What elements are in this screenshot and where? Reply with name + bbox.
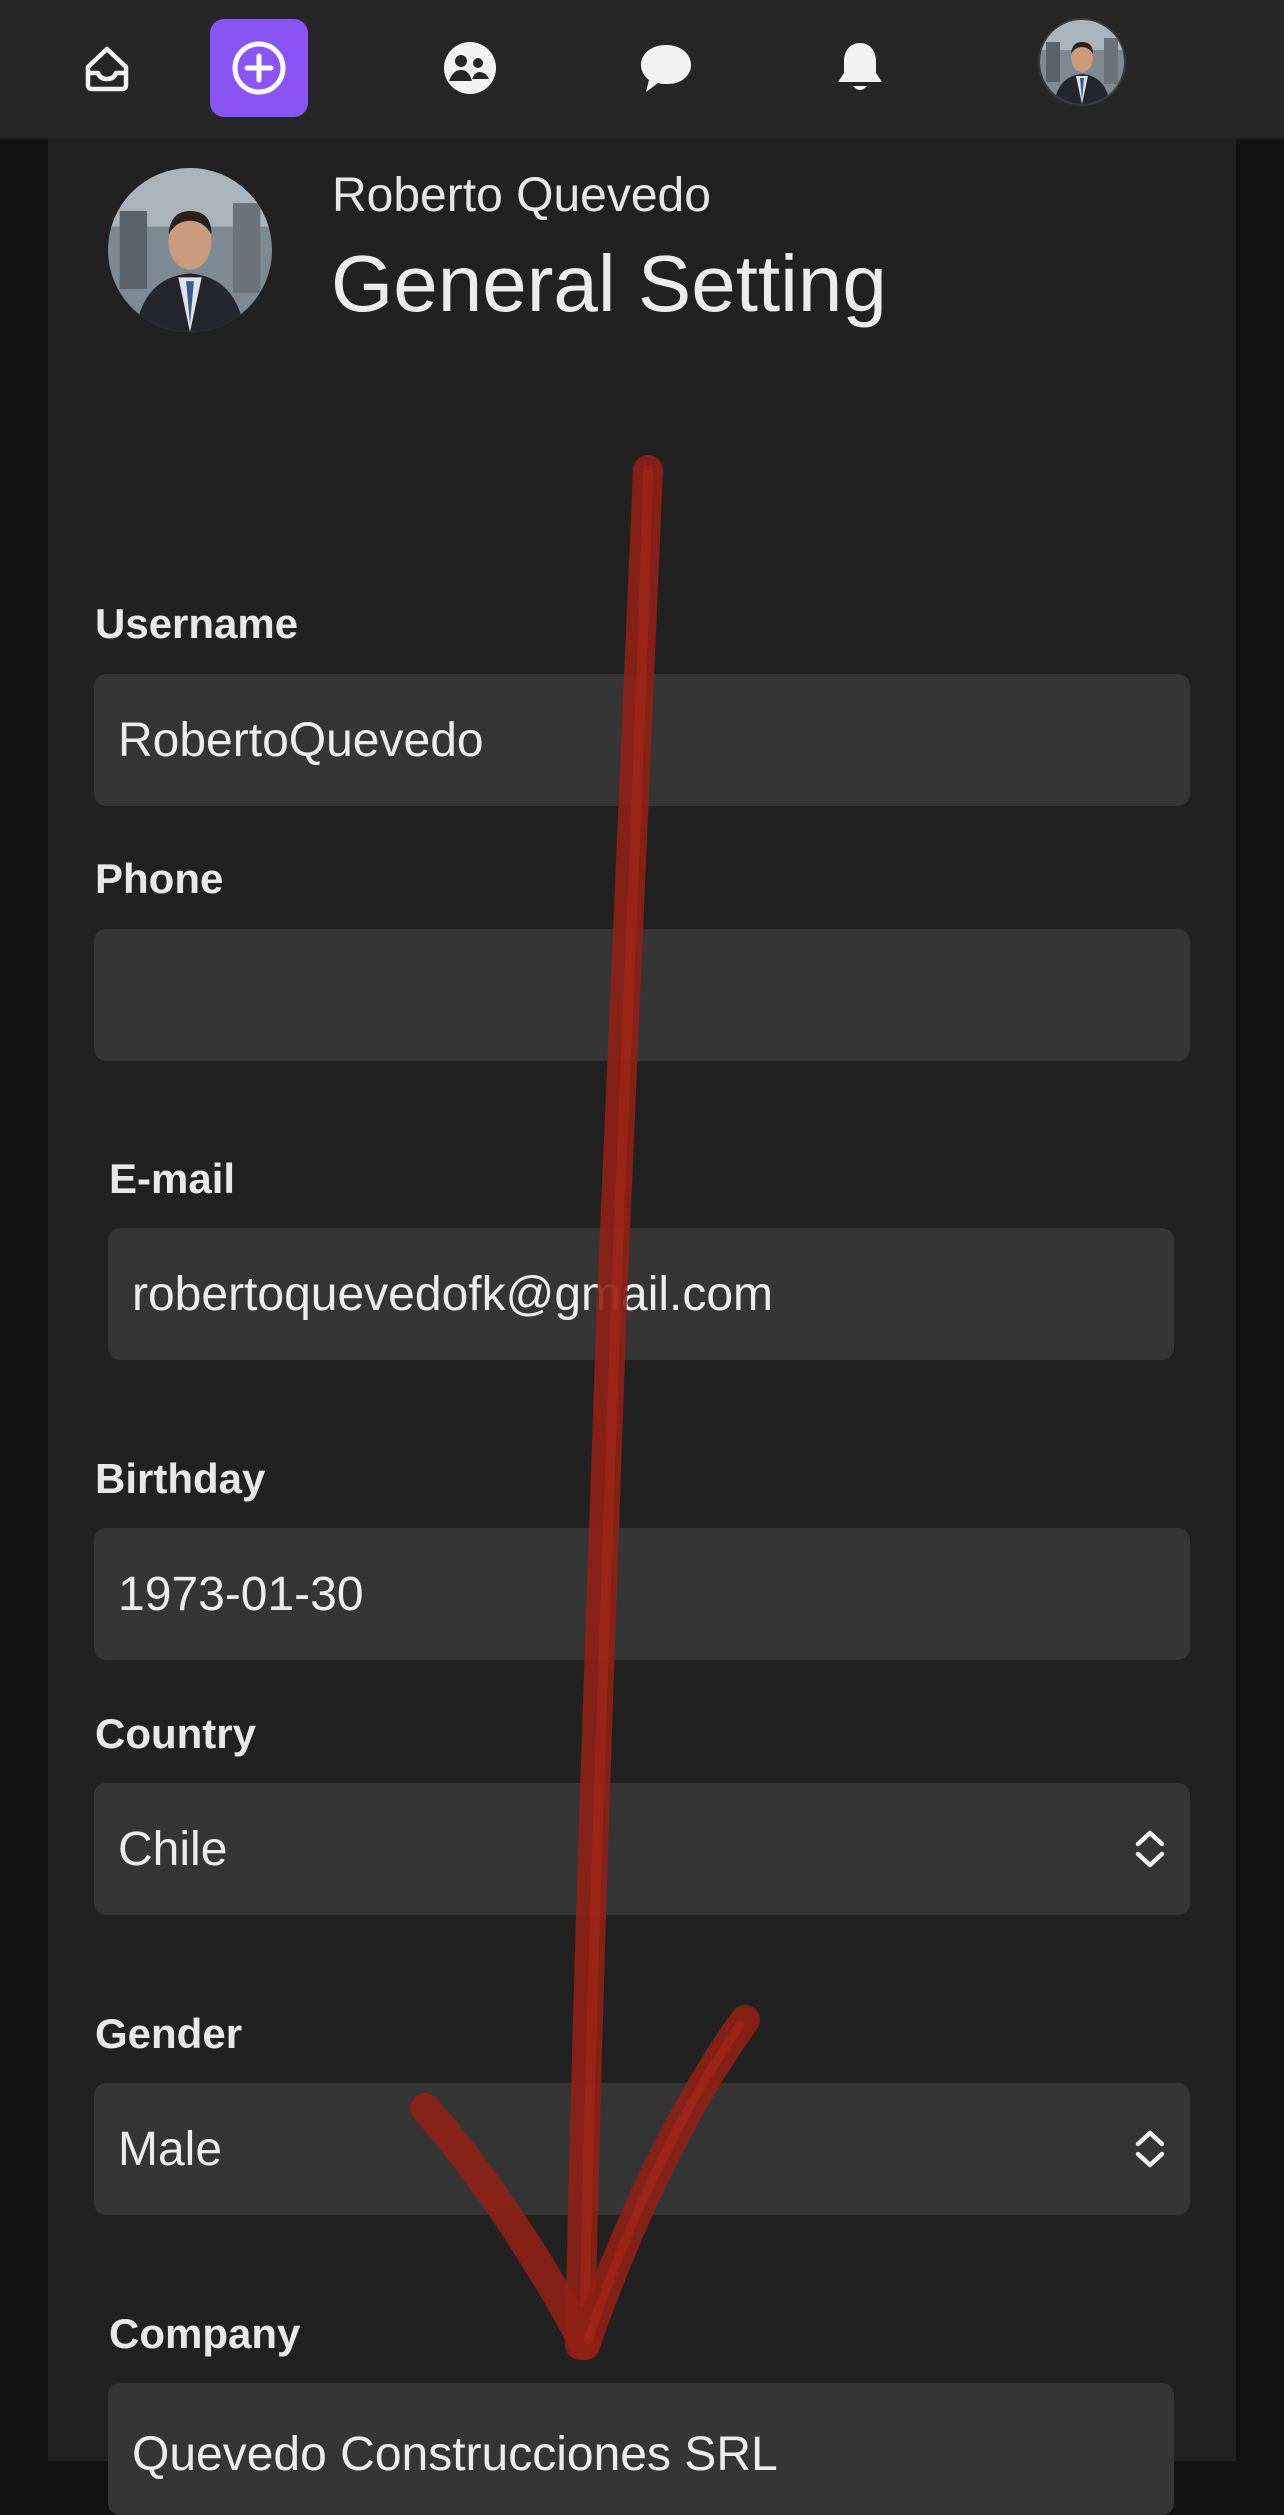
settings-panel: Roberto Quevedo General Setting Username…	[48, 138, 1236, 2515]
nav-community-button[interactable]	[421, 19, 519, 117]
nav-notifications-button[interactable]	[811, 19, 909, 117]
birthday-value: 1973-01-30	[118, 1567, 364, 1621]
country-select[interactable]: Chile	[94, 1783, 1190, 1915]
profile-avatar	[108, 168, 272, 332]
page-title: General Setting	[331, 239, 887, 328]
gender-label: Gender	[95, 2010, 243, 2057]
phone-field[interactable]	[94, 929, 1190, 1061]
avatar	[1040, 20, 1124, 104]
avatar	[108, 168, 272, 332]
email-label: E-mail	[109, 1155, 236, 1202]
nav-profile-avatar[interactable]	[1040, 20, 1124, 104]
plus-circle-icon	[232, 41, 286, 95]
country-label: Country	[95, 1710, 256, 1757]
chat-bubble-icon	[641, 45, 691, 92]
nav-messages-button[interactable]	[617, 19, 715, 117]
username-field[interactable]: RobertoQuevedo	[94, 674, 1190, 806]
gender-value: Male	[118, 2122, 223, 2176]
username-value: RobertoQuevedo	[118, 713, 484, 767]
company-label: Company	[109, 2310, 301, 2357]
email-field[interactable]: robertoquevedofk@gmail.com	[108, 1228, 1174, 1360]
inbox-home-icon	[85, 46, 129, 92]
birthday-label: Birthday	[95, 1455, 266, 1502]
company-field[interactable]: Quevedo Construcciones SRL	[108, 2383, 1174, 2515]
company-value: Quevedo Construcciones SRL	[132, 2428, 778, 2481]
username-label: Username	[95, 600, 299, 647]
nav-home-button[interactable]	[58, 19, 156, 117]
phone-label: Phone	[95, 855, 224, 902]
gender-select[interactable]: Male	[94, 2083, 1190, 2215]
country-value: Chile	[118, 1822, 228, 1876]
birthday-field[interactable]: 1973-01-30	[94, 1528, 1190, 1660]
user-name: Roberto Quevedo	[332, 169, 711, 222]
chevron-up-down-icon	[1135, 2130, 1165, 2168]
email-value: robertoquevedofk@gmail.com	[132, 1267, 774, 1321]
bell-icon	[838, 43, 882, 90]
chevron-up-down-icon	[1135, 1830, 1165, 1868]
nav-create-button[interactable]	[210, 19, 308, 117]
people-icon	[444, 42, 496, 94]
top-nav-bar	[0, 0, 1284, 140]
